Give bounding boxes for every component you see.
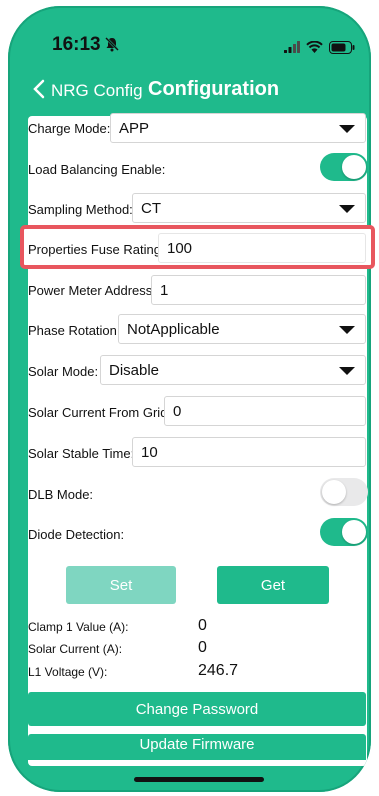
charge-mode-label: Charge Mode:: [28, 121, 111, 136]
change-password-button[interactable]: Change Password: [28, 692, 366, 726]
wifi-icon: [306, 41, 323, 53]
charge-mode-select[interactable]: APP: [110, 113, 366, 143]
toggle-knob: [342, 520, 366, 544]
solar-current-grid-input[interactable]: 0: [164, 396, 366, 426]
load-balancing-label: Load Balancing Enable:: [28, 162, 166, 177]
solar-stable-time-value: 10: [141, 444, 158, 461]
l1-voltage-label: L1 Voltage (V):: [28, 665, 108, 679]
clamp-value-label: Clamp 1 Value (A):: [28, 620, 129, 634]
nav-back-label[interactable]: NRG Config: [51, 81, 143, 101]
dropdown-caret-icon: [339, 367, 355, 375]
update-firmware-label: Update Firmware: [139, 736, 255, 753]
diode-detection-label: Diode Detection:: [28, 527, 125, 542]
load-balancing-toggle[interactable]: [320, 153, 368, 181]
dlb-mode-toggle[interactable]: [320, 478, 368, 506]
get-button[interactable]: Get: [217, 566, 329, 604]
phase-rotation-value: NotApplicable: [127, 321, 220, 338]
update-firmware-button[interactable]: Update Firmware: [28, 734, 366, 760]
solar-current-grid-label: Solar Current From Grid:: [28, 405, 172, 420]
page-title: Configuration: [148, 78, 280, 100]
fuse-rating-value: 100: [167, 240, 193, 257]
toggle-knob: [322, 480, 346, 504]
status-time: 16:13: [52, 34, 101, 55]
solar-mode-select[interactable]: Disable: [100, 355, 366, 385]
power-meter-label: Power Meter Address:: [28, 283, 156, 298]
solar-stable-time-input[interactable]: 10: [132, 437, 366, 467]
sampling-method-select[interactable]: CT: [132, 193, 366, 223]
sampling-method-value: CT: [141, 200, 161, 217]
charge-mode-value: APP: [119, 120, 150, 137]
set-button[interactable]: Set: [66, 566, 176, 604]
phase-rotation-select[interactable]: NotApplicable: [118, 314, 366, 344]
diode-detection-toggle[interactable]: [320, 518, 368, 546]
fuse-rating-label: Properties Fuse Rating:: [28, 242, 165, 257]
power-meter-value: 1: [160, 282, 169, 299]
dropdown-caret-icon: [339, 205, 355, 213]
solar-mode-label: Solar Mode:: [28, 364, 99, 379]
dropdown-caret-icon: [339, 326, 355, 334]
power-meter-input[interactable]: 1: [151, 275, 366, 305]
mute-bell-icon: [105, 37, 119, 52]
fuse-rating-input[interactable]: 100: [158, 233, 366, 263]
l1-voltage-value: 246.7: [198, 662, 239, 679]
solar-stable-time-label: Solar Stable Time:: [28, 446, 135, 461]
cellular-signal-icon: [284, 41, 300, 53]
status-icons: [284, 40, 355, 54]
sampling-method-label: Sampling Method:: [28, 202, 133, 217]
solar-current-value: 0: [198, 639, 207, 656]
back-chevron-icon[interactable]: [32, 78, 46, 100]
nav-bar: NRG Config Configuration: [8, 70, 371, 110]
solar-current-grid-value: 0: [173, 403, 182, 420]
status-bar: 16:13: [8, 6, 371, 76]
solar-mode-value: Disable: [109, 362, 160, 379]
dropdown-caret-icon: [339, 125, 355, 133]
battery-icon: [329, 40, 355, 54]
toggle-knob: [342, 155, 366, 179]
phase-rotation-label: Phase Rotation:: [28, 323, 121, 338]
home-indicator: [134, 777, 264, 782]
solar-current-label: Solar Current (A):: [28, 642, 123, 656]
dlb-mode-label: DLB Mode:: [28, 487, 94, 502]
clamp-value: 0: [198, 617, 207, 634]
